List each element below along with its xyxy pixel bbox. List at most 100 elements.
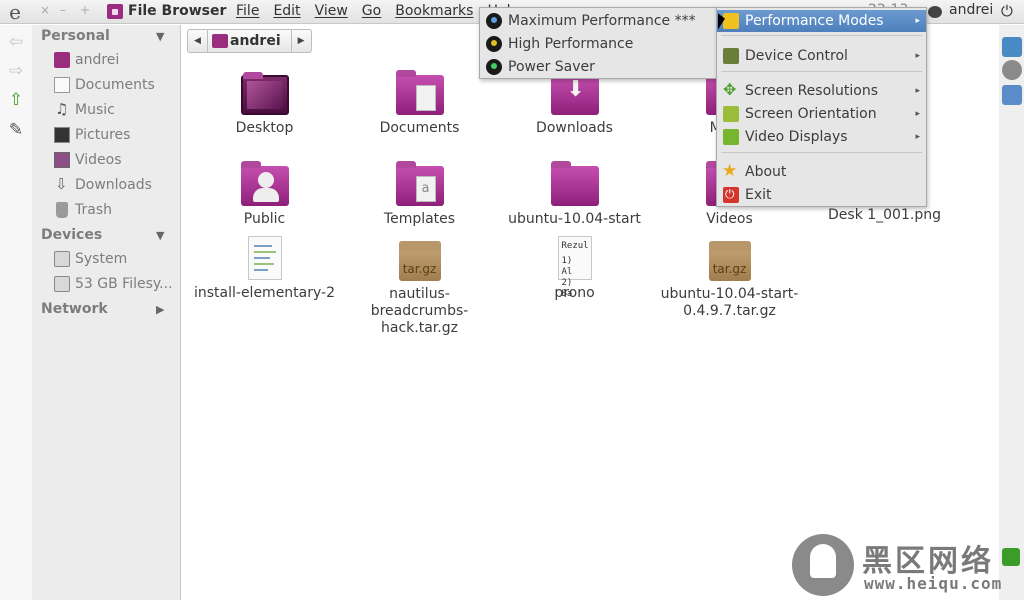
elementary-logo-icon[interactable]: e xyxy=(4,1,26,23)
up-arrow-icon[interactable]: ⇧ xyxy=(6,90,26,110)
breadcrumb-home[interactable]: andrei xyxy=(207,29,292,53)
menu-item-maximum-performance[interactable]: Maximum Performance *** xyxy=(480,10,716,32)
window-close-button[interactable]: × xyxy=(40,3,50,17)
refresh-icon[interactable] xyxy=(1002,37,1022,57)
file-item-nautilus-tar[interactable]: tar.gz nautilus-breadcrumbs-hack.tar.gz xyxy=(342,241,497,337)
app-title[interactable]: File Browser xyxy=(128,3,226,19)
sidebar-heading-personal[interactable]: Personal xyxy=(41,28,110,44)
file-item-ubuntu-start-tar[interactable]: tar.gz ubuntu-10.04-start-0.4.9.7.tar.gz xyxy=(652,241,807,320)
sidebar-heading-devices[interactable]: Devices xyxy=(41,227,102,243)
breadcrumb-forward-button[interactable]: ▶ xyxy=(291,29,312,53)
performance-modes-submenu: Maximum Performance *** High Performance… xyxy=(479,7,717,79)
window-minimize-button[interactable]: – xyxy=(60,3,66,17)
menu-item-about[interactable]: About xyxy=(717,161,926,183)
collapse-arrow-icon[interactable]: ▼ xyxy=(156,30,164,43)
file-label: Desktop xyxy=(235,120,294,136)
submenu-arrow-icon: ▸ xyxy=(915,132,920,142)
public-folder-icon xyxy=(240,161,289,206)
sidebar-item-home[interactable]: andrei xyxy=(54,50,119,70)
archive-icon-label: tar.gz xyxy=(712,262,747,276)
pictures-icon xyxy=(54,127,70,143)
navigation-toolstrip: ⇦ ⇨ ⇧ ✎ xyxy=(0,25,32,600)
cursor-icon[interactable] xyxy=(1002,85,1022,105)
menu-file[interactable]: File xyxy=(236,3,259,19)
menu-item-label: Device Control xyxy=(745,48,848,64)
edit-location-icon[interactable]: ✎ xyxy=(6,120,26,140)
menu-edit[interactable]: Edit xyxy=(273,3,300,19)
sidebar-item-videos[interactable]: Videos xyxy=(54,150,122,170)
sidebar-item-documents[interactable]: Documents xyxy=(54,75,155,95)
home-folder-icon xyxy=(54,52,70,68)
menu-bookmarks[interactable]: Bookmarks xyxy=(395,3,473,19)
menu-item-power-saver[interactable]: Power Saver xyxy=(480,56,716,78)
file-label: Desk 1_001.png xyxy=(828,207,941,223)
sidebar-item-filesystem[interactable]: 53 GB Filesy... xyxy=(54,274,173,294)
user-status-icon[interactable] xyxy=(928,6,942,18)
file-item-documents[interactable]: Documents xyxy=(342,70,497,137)
menu-item-label: Screen Orientation xyxy=(745,106,877,122)
menu-item-screen-orientation[interactable]: Screen Orientation ▸ xyxy=(717,103,926,125)
menu-item-screen-resolutions[interactable]: Screen Resolutions ▸ xyxy=(717,80,926,102)
archive-icon: tar.gz xyxy=(398,241,441,281)
window-maximize-button[interactable]: + xyxy=(80,3,90,17)
archive-icon-label: tar.gz xyxy=(402,262,437,276)
hard-drive-icon xyxy=(54,276,70,292)
expand-arrow-icon[interactable]: ▶ xyxy=(156,303,164,316)
file-preview-line: 1) Al xyxy=(561,256,573,277)
file-item-ubuntu-start-folder[interactable]: ubuntu-10.04-start xyxy=(497,161,652,228)
file-item-desktop[interactable]: Desktop xyxy=(187,72,342,137)
sidebar-item-label: Documents xyxy=(75,77,155,93)
menu-view[interactable]: View xyxy=(315,3,348,19)
menu-item-label: Video Displays xyxy=(745,129,848,145)
file-label: Downloads xyxy=(536,120,613,136)
power-icon[interactable]: ⏻ xyxy=(1001,2,1013,20)
menu-item-device-control[interactable]: Device Control ▸ xyxy=(717,45,926,67)
battery-icon[interactable] xyxy=(1002,548,1020,566)
power-off-icon xyxy=(723,187,739,203)
info-icon[interactable] xyxy=(1002,60,1022,80)
menu-item-video-displays[interactable]: Video Displays ▸ xyxy=(717,126,926,148)
file-item-install-elementary[interactable]: install-elementary-2 xyxy=(187,236,342,302)
templates-folder-icon: a xyxy=(395,161,444,206)
sidebar-heading-network[interactable]: Network xyxy=(41,301,108,317)
submenu-arrow-icon: ▸ xyxy=(915,86,920,96)
mouse-pointer-icon xyxy=(718,13,725,31)
file-browser-app-icon xyxy=(107,4,123,19)
sidebar-item-trash[interactable]: Trash xyxy=(54,200,112,220)
menu-item-exit[interactable]: Exit xyxy=(717,184,926,206)
sidebar: Personal ▼ andrei Documents Music Pictur… xyxy=(32,25,181,600)
menu-item-label: Power Saver xyxy=(508,59,595,75)
watermark-logo-icon xyxy=(792,534,854,596)
file-item-downloads[interactable]: ⬇ Downloads xyxy=(497,70,652,137)
back-arrow-icon[interactable]: ⇦ xyxy=(6,32,26,52)
sidebar-item-label: Pictures xyxy=(75,127,131,143)
documents-folder-icon xyxy=(395,70,444,115)
sidebar-item-music[interactable]: Music xyxy=(54,100,115,120)
lightbulb-icon xyxy=(723,13,739,29)
file-item-prono[interactable]: Rezul 1) Al 2) Ba prono xyxy=(497,236,652,302)
forward-arrow-icon[interactable]: ⇨ xyxy=(6,61,26,81)
submenu-arrow-icon: ▸ xyxy=(915,109,920,119)
file-preview-line: Rezul xyxy=(561,241,589,251)
sidebar-item-downloads[interactable]: Downloads xyxy=(54,175,152,195)
menu-go[interactable]: Go xyxy=(362,3,381,19)
sidebar-item-label: System xyxy=(75,251,128,267)
menu-item-label: About xyxy=(745,164,787,180)
panel-user-name[interactable]: andrei xyxy=(949,2,993,18)
script-file-icon xyxy=(247,236,282,280)
file-label: install-elementary-2 xyxy=(193,285,336,301)
breadcrumb-back-button[interactable]: ◀ xyxy=(187,29,207,53)
music-note-icon xyxy=(54,100,70,118)
file-item-public[interactable]: Public xyxy=(187,161,342,228)
menu-item-high-performance[interactable]: High Performance xyxy=(480,33,716,55)
film-icon xyxy=(54,152,70,168)
monitor-icon xyxy=(723,106,739,122)
sidebar-item-system[interactable]: System xyxy=(54,249,127,269)
collapse-arrow-icon[interactable]: ▼ xyxy=(156,229,164,242)
sidebar-item-pictures[interactable]: Pictures xyxy=(54,125,130,145)
trash-icon xyxy=(56,202,68,218)
file-item-templates[interactable]: a Templates xyxy=(342,161,497,228)
download-arrow-icon xyxy=(54,175,70,193)
menu-item-performance-modes[interactable]: Performance Modes ▸ xyxy=(717,10,926,32)
menu-item-label: Performance Modes xyxy=(745,13,884,29)
